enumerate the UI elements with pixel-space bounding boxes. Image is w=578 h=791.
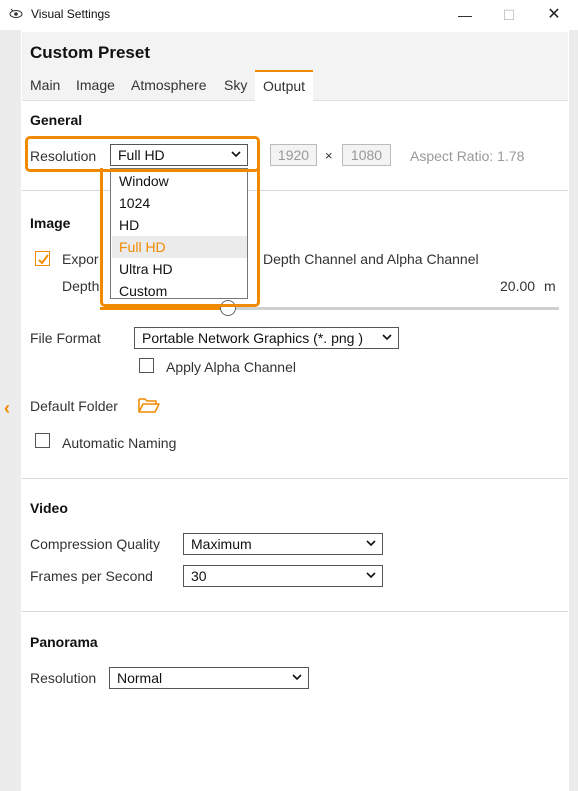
- apply-alpha-checkbox[interactable]: [139, 358, 154, 373]
- default-folder-label: Default Folder: [30, 398, 118, 414]
- folder-open-icon[interactable]: [138, 396, 160, 414]
- depth-slider-fill: [100, 307, 228, 310]
- file-format-label: File Format: [30, 330, 101, 346]
- aspect-ratio: Aspect Ratio: 1.78: [410, 148, 525, 164]
- tab-main[interactable]: Main: [30, 70, 60, 101]
- chevron-down-icon: [366, 540, 376, 547]
- preset-title: Custom Preset: [30, 43, 150, 62]
- file-format-select[interactable]: Portable Network Graphics (*. png ): [134, 327, 399, 349]
- divider: [22, 478, 568, 479]
- times-sign: ×: [325, 148, 333, 163]
- depth-label: Depth: [62, 278, 100, 294]
- automatic-naming-checkbox[interactable]: [35, 433, 50, 448]
- depth-unit: m: [544, 278, 556, 294]
- fps-label: Frames per Second: [30, 568, 153, 584]
- compression-label: Compression Quality: [30, 536, 160, 552]
- close-button[interactable]: ✕: [544, 5, 564, 25]
- height-field[interactable]: 1080: [342, 144, 391, 166]
- tab-atmosphere[interactable]: Atmosphere: [131, 70, 206, 101]
- fps-value: 30: [191, 568, 207, 584]
- video-title: Video: [30, 500, 68, 516]
- title-bar: Visual Settings — ☐ ✕: [0, 0, 578, 30]
- compression-select[interactable]: Maximum: [183, 533, 383, 555]
- chevron-down-icon: [292, 674, 302, 681]
- highlight-connector: [100, 168, 103, 170]
- left-gutter: ‹: [0, 30, 21, 791]
- compression-value: Maximum: [191, 536, 252, 552]
- checkmark-icon: [38, 254, 49, 265]
- maximize-button[interactable]: ☐: [499, 5, 519, 25]
- fps-select[interactable]: 30: [183, 565, 383, 587]
- chevron-down-icon: [382, 334, 392, 341]
- right-edge: [569, 30, 578, 791]
- image-title: Image: [30, 215, 71, 231]
- file-format-value: Portable Network Graphics (*. png ): [142, 330, 363, 346]
- highlight-resolution: [25, 136, 260, 172]
- tab-output[interactable]: Output: [255, 70, 314, 101]
- depth-value[interactable]: 20.00: [500, 278, 535, 294]
- automatic-naming-label: Automatic Naming: [62, 435, 177, 451]
- panorama-resolution-select[interactable]: Normal: [109, 667, 309, 689]
- export-label-suffix: Depth Channel and Alpha Channel: [263, 251, 479, 267]
- export-label: Expor: [62, 251, 99, 267]
- divider: [22, 611, 568, 612]
- window-title: Visual Settings: [31, 7, 111, 21]
- export-checkbox[interactable]: [35, 251, 50, 266]
- chevron-left-icon[interactable]: ‹: [4, 398, 10, 419]
- minimize-button[interactable]: —: [455, 5, 475, 25]
- panorama-title: Panorama: [30, 634, 98, 650]
- tab-image[interactable]: Image: [76, 70, 115, 101]
- panorama-resolution-label: Resolution: [30, 670, 97, 686]
- panorama-resolution-value: Normal: [117, 670, 163, 686]
- highlight-dropdown: [100, 168, 260, 307]
- eye-icon: [9, 8, 23, 18]
- apply-alpha-label: Apply Alpha Channel: [166, 359, 296, 375]
- chevron-down-icon: [366, 572, 376, 579]
- tab-sky[interactable]: Sky: [224, 70, 247, 101]
- general-title: General: [30, 112, 83, 128]
- width-field[interactable]: 1920: [270, 144, 317, 166]
